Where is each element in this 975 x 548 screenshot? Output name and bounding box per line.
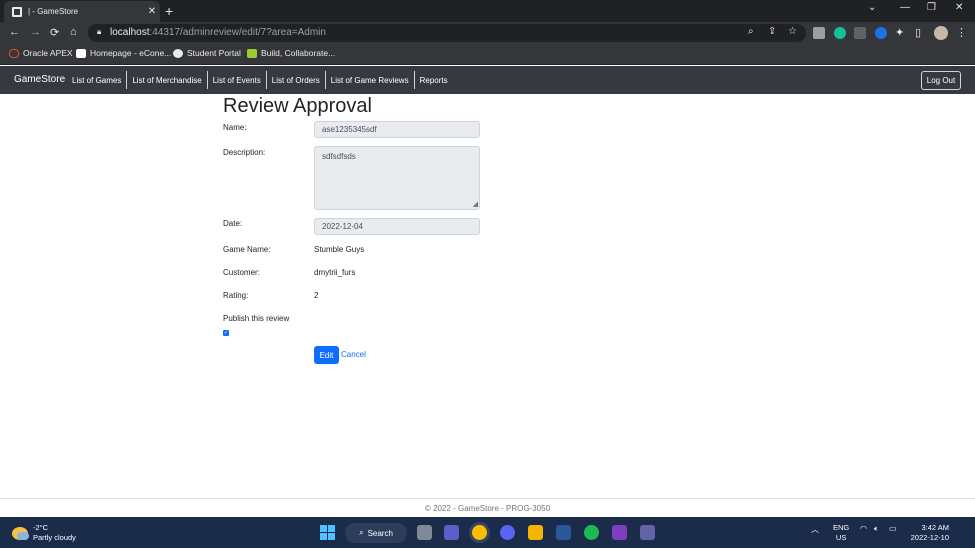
chrome-icon[interactable] xyxy=(472,525,487,540)
bookmarks-bar: Oracle APEX Homepage - eCone... Student … xyxy=(0,44,975,65)
extension-icon[interactable] xyxy=(854,27,866,39)
econestoga-icon xyxy=(76,48,86,58)
lang-code: ENG xyxy=(833,523,850,532)
lock-icon: 🔒︎ xyxy=(97,27,102,36)
restore-icon[interactable]: ❐ xyxy=(927,2,936,13)
game-name-label: Game Name: xyxy=(223,245,271,254)
edit-button[interactable]: Edit xyxy=(314,346,339,364)
visual-studio-icon[interactable] xyxy=(612,525,627,540)
bookmark-build-collaborate[interactable]: Build, Collaborate... xyxy=(247,48,335,58)
share-icon[interactable]: ⇪ xyxy=(768,26,776,37)
tab-search-icon[interactable]: ⌄ xyxy=(868,2,876,13)
footer: © 2022 - GameStore - PROG-3050 xyxy=(424,504,551,513)
nav-list-of-events[interactable]: List of Events xyxy=(208,71,267,89)
name-field[interactable]: ase1235345sdf xyxy=(314,121,480,138)
language-indicator[interactable]: ENG US xyxy=(833,523,849,543)
oracle-icon xyxy=(9,48,19,58)
publish-label: Publish this review xyxy=(223,314,290,323)
spotify-icon[interactable] xyxy=(584,525,599,540)
date-label: Date: xyxy=(223,219,243,228)
nav-list-of-games[interactable]: List of Games xyxy=(67,71,128,89)
footer-divider xyxy=(0,498,975,499)
nav-list-of-game-reviews[interactable]: List of Game Reviews xyxy=(326,71,415,89)
minimize-icon[interactable]: — xyxy=(900,2,910,13)
tab-close-icon[interactable]: ✕ xyxy=(144,6,160,17)
discord-icon[interactable] xyxy=(500,525,515,540)
description-field[interactable]: sdfsdfsds ◢ xyxy=(314,146,480,210)
temperature: -2°C xyxy=(33,523,49,532)
back-icon[interactable]: ← xyxy=(9,26,20,38)
nav-list-of-orders[interactable]: List of Orders xyxy=(267,71,326,89)
close-window-icon[interactable]: ✕ xyxy=(955,2,963,13)
customer-value: dmytrii_furs xyxy=(314,268,356,277)
browser-tab-strip: | - GameStore ✕ + ⌄ — ❐ ✕ xyxy=(0,0,975,22)
name-label: Name: xyxy=(223,123,247,132)
menu-kebab-icon[interactable]: ⋮ xyxy=(956,26,967,39)
partly-cloudy-icon xyxy=(12,526,29,540)
nav-links: List of Games List of Merchandise List o… xyxy=(67,66,453,94)
search-label: Search xyxy=(367,528,393,538)
bookmark-star-icon[interactable]: ☆ xyxy=(788,26,797,37)
nav-reports[interactable]: Reports xyxy=(415,71,453,89)
bookmark-student-portal[interactable]: Student Portal xyxy=(173,48,241,58)
game-name-value: Stumble Guys xyxy=(314,245,365,254)
extension-icon[interactable] xyxy=(813,27,825,39)
reload-icon[interactable]: ⟳ xyxy=(50,26,59,39)
site-navbar: GameStore List of Games List of Merchand… xyxy=(0,66,975,94)
tray-chevron-up-icon[interactable]: ︿ xyxy=(811,524,819,535)
browser-toolbar: ← → ⟳ ⌂ 🔒︎ localhost:44317/adminreview/e… xyxy=(0,22,975,44)
resize-handle-icon[interactable]: ◢ xyxy=(473,201,478,208)
customer-label: Customer: xyxy=(223,268,260,277)
file-explorer-icon[interactable] xyxy=(528,525,543,540)
address-bar[interactable]: 🔒︎ localhost:44317/adminreview/edit/7?ar… xyxy=(88,24,806,42)
sidepanel-icon[interactable]: ▯ xyxy=(915,26,921,39)
globe-icon xyxy=(173,48,183,58)
cancel-link[interactable]: Cancel xyxy=(341,350,366,359)
wifi-icon[interactable]: ◠ xyxy=(860,524,867,533)
file-icon[interactable] xyxy=(417,525,432,540)
teams-chat-icon[interactable] xyxy=(444,525,459,540)
url-text: localhost:44317/adminreview/edit/7?area=… xyxy=(110,27,326,38)
brand-link[interactable]: GameStore xyxy=(14,74,65,85)
description-label: Description: xyxy=(223,148,266,157)
logout-button[interactable]: Log Out xyxy=(921,71,961,90)
date-field[interactable]: 2022-12-04 xyxy=(314,218,480,235)
battery-icon[interactable]: ▭ xyxy=(889,524,897,533)
volume-icon[interactable]: 🔈︎ xyxy=(874,524,879,534)
home-icon[interactable]: ⌂ xyxy=(70,26,77,38)
windows-start-icon[interactable] xyxy=(320,525,335,540)
search-icon: ⌕ xyxy=(359,528,364,537)
windows-taskbar: -2°C Partly cloudy ⌕ Search ︿ ENG US ◠ 🔈… xyxy=(0,517,975,548)
rating-label: Rating: xyxy=(223,291,249,300)
bookmark-homepage[interactable]: Homepage - eCone... xyxy=(76,48,171,58)
clock[interactable]: 3:42 AM 2022-12-10 xyxy=(909,523,949,543)
weather-text: Partly cloudy xyxy=(33,533,76,542)
page-icon xyxy=(12,6,22,17)
puzzle-icon[interactable]: ✦ xyxy=(895,26,904,39)
avatar[interactable] xyxy=(934,26,948,40)
publish-checkbox[interactable]: ✓ xyxy=(223,330,229,336)
zoom-search-icon[interactable]: ⌕ xyxy=(748,26,754,37)
word-icon[interactable] xyxy=(556,525,571,540)
bookmark-oracle-apex[interactable]: Oracle APEX xyxy=(9,48,73,58)
nav-list-of-merchandise[interactable]: List of Merchandise xyxy=(127,71,208,89)
new-tab-button[interactable]: + xyxy=(165,3,173,19)
forward-icon[interactable]: → xyxy=(30,26,41,38)
extension-icon[interactable] xyxy=(875,27,887,39)
description-text: sdfsdfsds xyxy=(322,152,356,161)
rating-value: 2 xyxy=(314,291,319,300)
grammarly-icon[interactable] xyxy=(834,27,846,39)
clock-time: 3:42 AM xyxy=(921,523,949,532)
page-title: Review Approval xyxy=(223,95,372,117)
taskbar-search-button[interactable]: ⌕ Search xyxy=(345,523,407,543)
teams-icon[interactable] xyxy=(640,525,655,540)
bookmark-app-icon xyxy=(247,48,257,58)
weather-widget[interactable]: -2°C Partly cloudy xyxy=(12,523,76,543)
region-code: US xyxy=(835,533,847,542)
clock-date: 2022-12-10 xyxy=(910,533,949,542)
browser-tab[interactable]: | - GameStore ✕ xyxy=(4,1,160,22)
tab-title: | - GameStore xyxy=(28,7,79,16)
